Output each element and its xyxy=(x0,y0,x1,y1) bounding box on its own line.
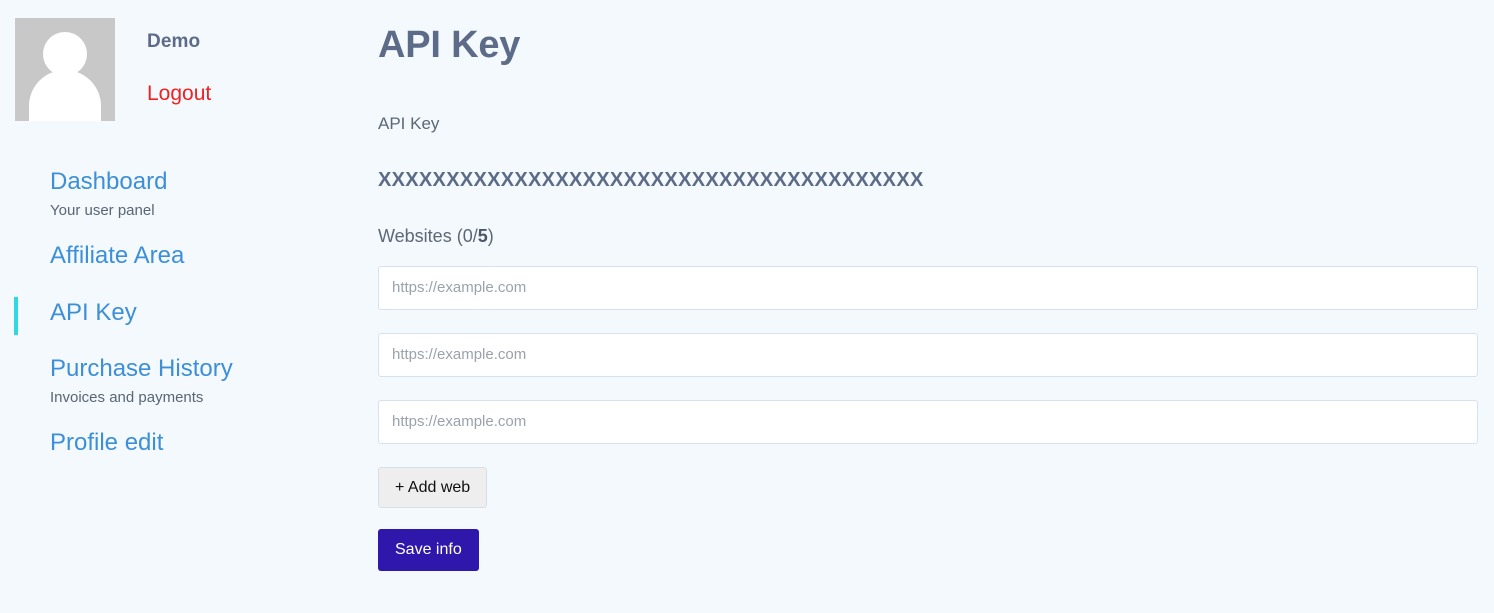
website-input-3[interactable] xyxy=(378,399,1478,444)
websites-limit: 5 xyxy=(477,225,488,246)
websites-label-suffix: ) xyxy=(487,225,494,246)
websites-label-prefix: Websites (0/ xyxy=(378,225,478,246)
add-web-button[interactable]: + Add web xyxy=(378,466,488,509)
api-key-label: API Key xyxy=(378,113,440,133)
main-content: API Key API Key XXXXXXXXXXXXXXXXXXXXXXXX… xyxy=(378,0,1494,613)
user-avatar-icon xyxy=(15,18,115,121)
user-panel-page: Demo Logout Dashboard Your user panel Af… xyxy=(0,0,1494,613)
sidebar-item-label: Profile edit xyxy=(50,429,164,457)
api-key-value: XXXXXXXXXXXXXXXXXXXXXXXXXXXXXXXXXXXXXXXX xyxy=(378,168,924,191)
sidebar-item-label: Purchase History xyxy=(50,354,233,382)
sidebar-item-label: Dashboard xyxy=(50,168,168,195)
sidebar-item-profile-edit[interactable]: Profile edit xyxy=(0,429,378,457)
sidebar-item-api-key[interactable]: API Key xyxy=(0,296,378,336)
sidebar: Demo Logout Dashboard Your user panel Af… xyxy=(0,0,378,613)
website-inputs xyxy=(378,265,1494,444)
sidebar-item-sublabel: Your user panel xyxy=(50,202,155,220)
page-title: API Key xyxy=(378,24,521,66)
user-meta: Demo Logout xyxy=(115,18,211,105)
sidebar-item-label: API Key xyxy=(50,298,137,326)
websites-count-label: Websites (0/5) xyxy=(378,227,1494,245)
user-name: Demo xyxy=(147,31,201,52)
logout-link[interactable]: Logout xyxy=(147,83,211,104)
avatar-body-shape xyxy=(29,70,101,121)
sidebar-item-affiliate-area[interactable]: Affiliate Area xyxy=(0,242,378,270)
sidebar-item-purchase-history[interactable]: Purchase History Invoices and payments xyxy=(0,355,378,407)
website-input-1[interactable] xyxy=(378,265,1478,310)
save-info-button[interactable]: Save info xyxy=(378,529,479,571)
user-block: Demo Logout xyxy=(0,18,378,121)
sidebar-item-label: Affiliate Area xyxy=(50,242,185,270)
website-input-2[interactable] xyxy=(378,332,1478,377)
sidebar-item-sublabel: Invoices and payments xyxy=(50,389,204,407)
sidebar-nav: Dashboard Your user panel Affiliate Area… xyxy=(0,168,378,458)
sidebar-item-dashboard[interactable]: Dashboard Your user panel xyxy=(0,168,378,220)
